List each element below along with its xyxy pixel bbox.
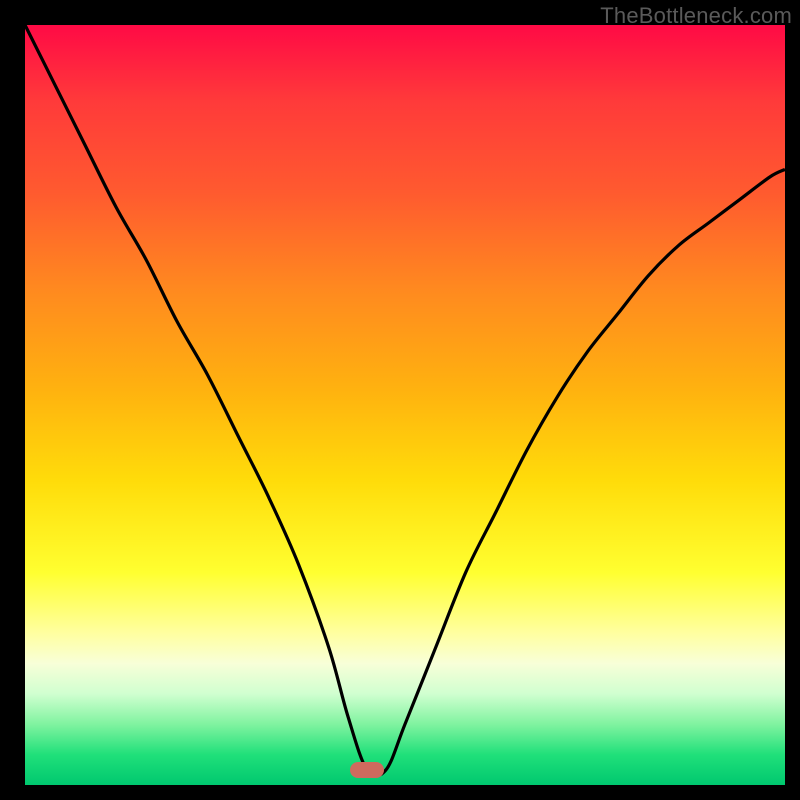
bottleneck-curve-path [25,25,785,776]
plot-area [25,25,785,785]
optimal-marker [350,762,384,778]
curve-layer [25,25,785,785]
chart-frame: TheBottleneck.com [0,0,800,800]
watermark-text: TheBottleneck.com [600,3,792,29]
